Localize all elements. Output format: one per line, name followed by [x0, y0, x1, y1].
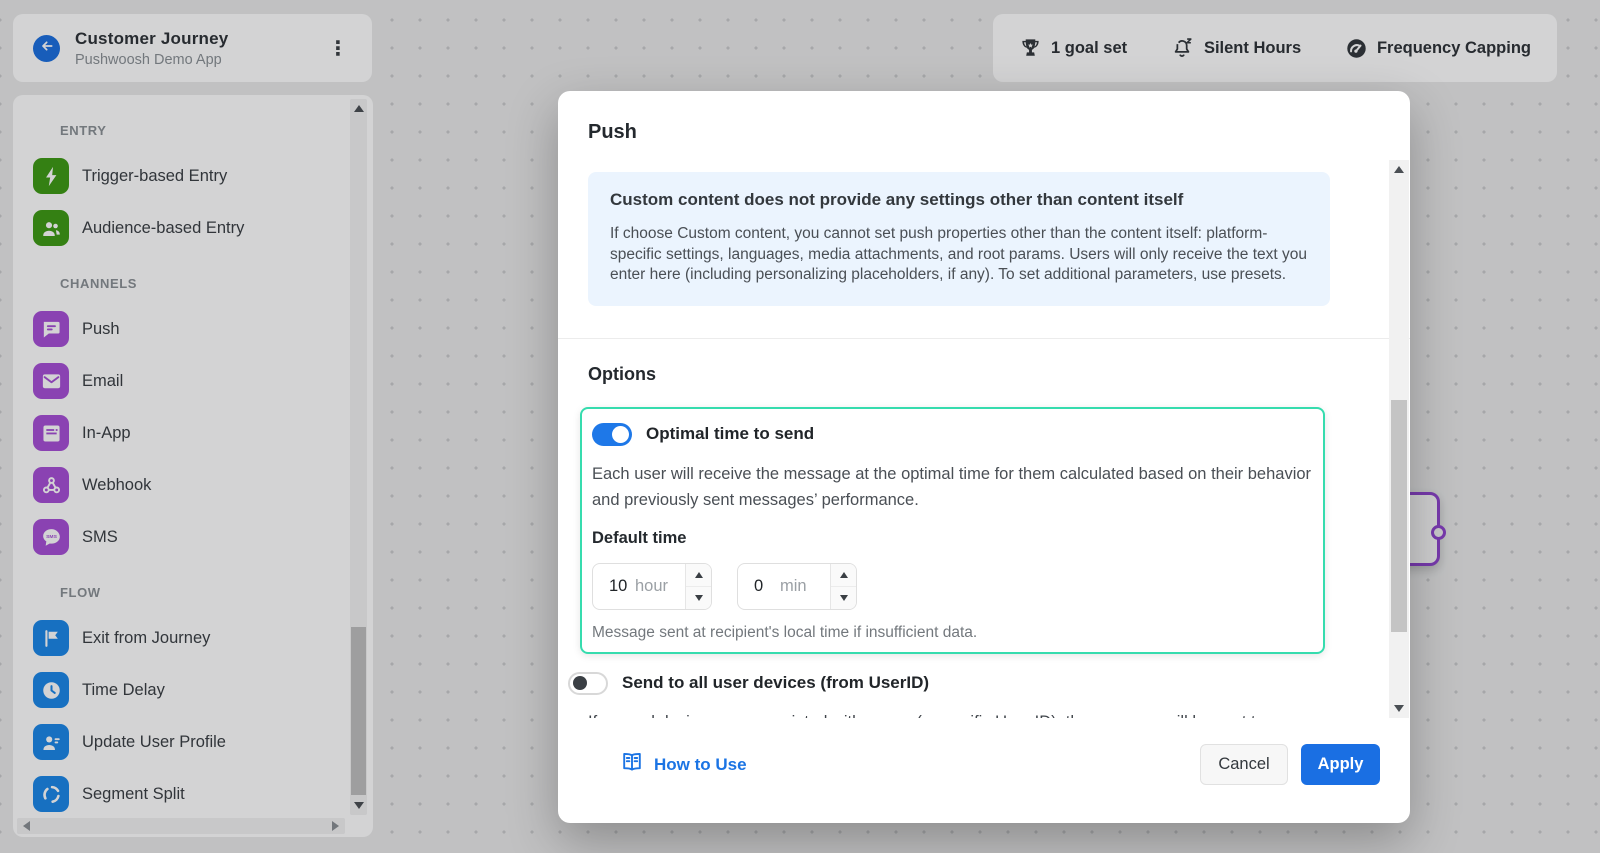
optimal-time-toggle[interactable] [592, 422, 632, 446]
modal-vertical-scrollbar[interactable] [1389, 160, 1409, 718]
hour-decrement-button[interactable] [686, 585, 711, 609]
chevron-up-icon [694, 571, 703, 578]
toggle-knob [612, 425, 629, 443]
optimal-time-label: Optimal time to send [646, 424, 815, 443]
minute-increment-button[interactable] [831, 564, 856, 586]
optimal-time-description: Each user will receive the message at th… [592, 464, 1312, 509]
hour-unit-label: hour [635, 576, 669, 595]
how-to-use-label: How to Use [654, 754, 747, 774]
modal-title: Push [588, 121, 637, 143]
hour-increment-button[interactable] [686, 564, 711, 586]
default-time-label: Default time [592, 528, 687, 547]
minute-decrement-button[interactable] [831, 585, 856, 609]
minute-spinner: min [737, 562, 857, 610]
send-all-devices-description: If several devices are associated with a… [588, 709, 1333, 719]
notice-heading: Custom content does not provide any sett… [610, 190, 1184, 209]
how-to-use-link[interactable]: How to Use [620, 750, 747, 779]
chevron-up-icon [839, 571, 848, 578]
scrollbar-thumb[interactable] [1391, 400, 1407, 632]
default-time-note: Message sent at recipient's local time i… [592, 623, 978, 641]
options-heading: Options [588, 363, 656, 384]
chevron-down-icon [694, 594, 703, 601]
modal-footer: How to Use Cancel Apply [558, 718, 1410, 823]
notice-body: If choose Custom content, you cannot set… [610, 225, 1307, 283]
book-icon [620, 750, 644, 779]
toggle-knob [573, 676, 587, 690]
scroll-up-icon[interactable] [1394, 166, 1404, 173]
optimal-time-highlight-box: Optimal time to send Each user will rece… [580, 406, 1325, 654]
custom-content-notice: Custom content does not provide any sett… [588, 172, 1330, 306]
scroll-down-icon[interactable] [1394, 705, 1404, 712]
send-all-devices-toggle[interactable] [568, 671, 608, 695]
send-all-devices-label: Send to all user devices (from UserID) [622, 673, 930, 692]
apply-button[interactable]: Apply [1301, 744, 1380, 785]
push-settings-modal: Push Custom content does not provide any… [558, 91, 1410, 823]
cancel-button[interactable]: Cancel [1200, 744, 1288, 785]
hour-input[interactable] [593, 576, 635, 596]
chevron-down-icon [839, 594, 848, 601]
modal-scroll-area: Custom content does not provide any sett… [558, 160, 1410, 718]
minute-unit-label: min [780, 576, 807, 595]
hour-spinner: hour [592, 562, 712, 610]
minute-input[interactable] [738, 576, 780, 596]
section-divider [558, 337, 1410, 339]
